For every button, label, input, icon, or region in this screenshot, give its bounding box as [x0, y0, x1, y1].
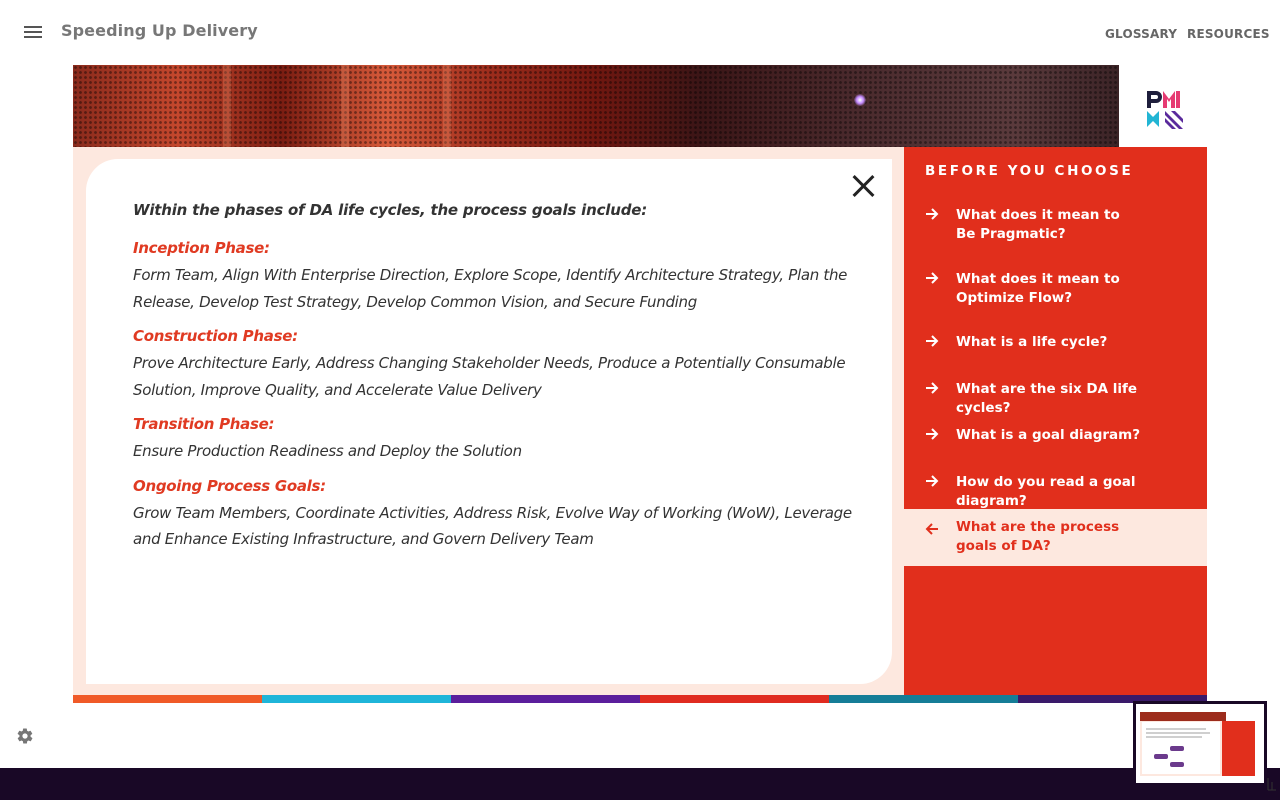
close-icon[interactable] — [852, 174, 876, 198]
glossary-link[interactable]: GLOSSARY — [1105, 27, 1177, 41]
arrow-right-icon — [926, 335, 939, 347]
thumbnail-text-line — [1146, 736, 1202, 738]
process-goals-content: Within the phases of DA life cycles, the… — [133, 199, 853, 564]
sidebar-item-goal-diagram[interactable]: What is a goal diagram? — [904, 426, 1207, 448]
resources-link[interactable]: RESOURCES — [1187, 27, 1270, 41]
thumbnail-sidebar — [1222, 721, 1255, 776]
light-glow — [854, 94, 866, 106]
arrow-left-icon — [925, 523, 938, 535]
phase-heading: Construction Phase: — [133, 327, 298, 345]
arrow-right-icon — [926, 475, 939, 487]
sidebar-item-read-goal-diagram[interactable]: How do you read a goal diagram? — [904, 473, 1207, 509]
phase-heading: Transition Phase: — [133, 415, 275, 433]
gear-icon[interactable] — [16, 727, 34, 745]
sidebar-item-life-cycle[interactable]: What is a life cycle? — [904, 333, 1207, 355]
sidebar-item-label: What is a life cycle? — [956, 334, 1108, 350]
slide-thumbnail-preview[interactable] — [1133, 701, 1267, 786]
arrow-right-icon — [926, 382, 939, 394]
before-you-choose-sidebar: BEFORE YOU CHOOSE What does it mean to Be… — [904, 147, 1207, 695]
thumbnail-node — [1170, 762, 1184, 767]
pmi-logo — [1147, 91, 1183, 129]
thumbnail-node — [1154, 754, 1168, 759]
hamburger-icon[interactable] — [24, 26, 42, 39]
sidebar-item-label: What does it mean to Be Pragmatic? — [956, 207, 1120, 242]
resize-handle-icon[interactable] — [1266, 776, 1278, 794]
thumbnail-node — [1170, 746, 1184, 751]
sidebar-item-label: How do you read a goal diagram? — [956, 474, 1136, 509]
sidebar-item-label: What are the process goals of DA? — [956, 519, 1120, 554]
hero-banner-image — [73, 65, 1119, 147]
arrow-right-icon — [926, 428, 939, 440]
phase-text: Grow Team Members, Coordinate Activities… — [133, 503, 852, 549]
sidebar-item-six-life-cycles[interactable]: What are the six DA life cycles? — [904, 380, 1207, 416]
phase-heading: Inception Phase: — [133, 239, 270, 257]
course-title: Speeding Up Delivery — [61, 21, 258, 40]
phase-text: Prove Architecture Early, Address Changi… — [133, 354, 846, 399]
phase-text: Ensure Production Readiness and Deploy t… — [133, 442, 522, 460]
color-stripe-bar — [73, 695, 1207, 703]
phase-text: Form Team, Align With Enterprise Directi… — [133, 266, 848, 311]
sidebar-item-optimize-flow[interactable]: What does it mean to Optimize Flow? — [904, 270, 1207, 310]
sidebar-title: BEFORE YOU CHOOSE — [925, 163, 1134, 179]
sidebar-item-label: What are the six DA life cycles? — [956, 381, 1138, 416]
phase-heading: Ongoing Process Goals: — [133, 476, 326, 495]
top-bar: Speeding Up Delivery GLOSSARY RESOURCES — [0, 0, 1280, 64]
intro-text: Within the phases of DA life cycles, the… — [133, 201, 648, 219]
sidebar-item-label: What is a goal diagram? — [956, 427, 1141, 443]
thumbnail-text-line — [1146, 732, 1210, 734]
footer-bar — [0, 768, 1280, 800]
thumbnail-hero — [1140, 712, 1226, 721]
sidebar-item-label: What does it mean to Optimize Flow? — [956, 271, 1120, 306]
sidebar-item-be-pragmatic[interactable]: What does it mean to Be Pragmatic? — [904, 206, 1207, 246]
arrow-right-icon — [926, 272, 939, 284]
sidebar-item-process-goals[interactable]: What are the process goals of DA? — [904, 509, 1207, 566]
thumbnail-text-line — [1146, 728, 1206, 730]
arrow-right-icon — [926, 208, 939, 220]
